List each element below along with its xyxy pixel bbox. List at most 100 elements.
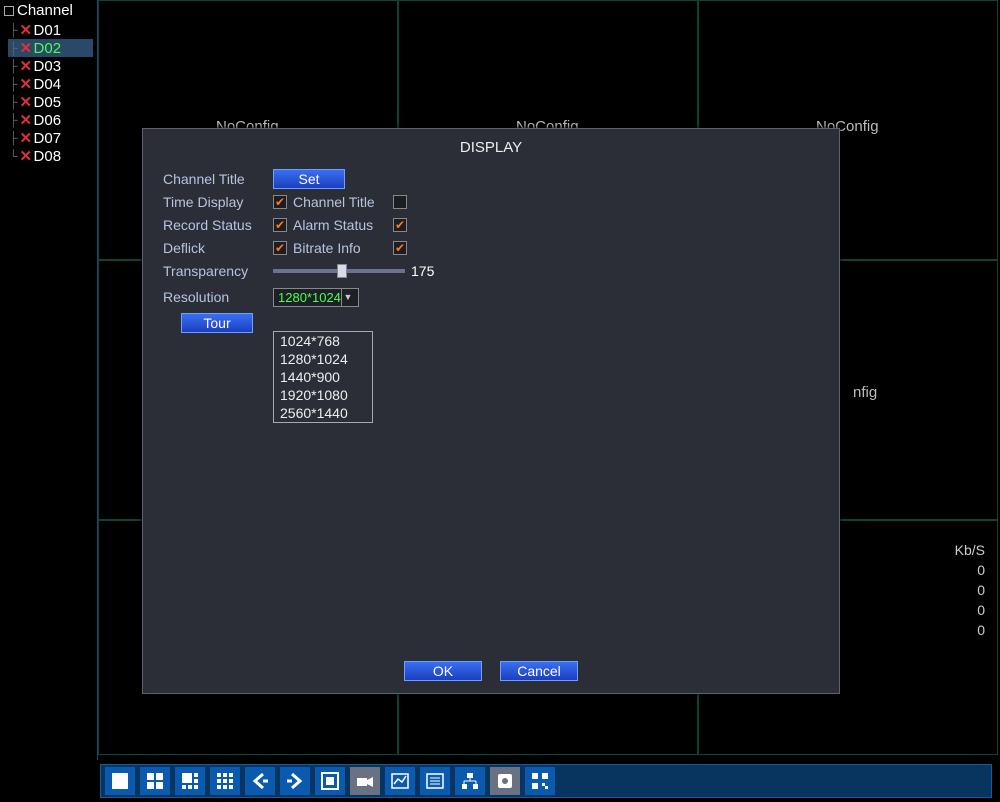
settings-button[interactable]: [420, 767, 450, 795]
resolution-option[interactable]: 1440*900: [274, 368, 372, 386]
slider-thumb[interactable]: [337, 264, 347, 278]
channel-tree-icon: [4, 6, 14, 16]
sidebar-header: Channel: [4, 2, 93, 19]
view-single-button[interactable]: [105, 767, 135, 795]
record-status-label: Record Status: [163, 217, 273, 233]
resolution-option[interactable]: 1024*768: [274, 332, 372, 350]
tree-line-icon: ├: [9, 59, 18, 73]
view-six-icon: [179, 770, 201, 792]
prev-icon: [249, 770, 271, 792]
channel-title-checkbox[interactable]: [393, 195, 407, 209]
resolution-option[interactable]: 1920*1080: [274, 386, 372, 404]
transparency-label: Transparency: [163, 263, 273, 279]
cancel-button[interactable]: Cancel: [500, 661, 578, 681]
view-six-button[interactable]: [175, 767, 205, 795]
channel-label: D01: [34, 22, 62, 39]
view-single-icon: [109, 770, 131, 792]
resolution-select[interactable]: 1280*1024 ▼: [273, 288, 359, 307]
alarm-status-label: Alarm Status: [293, 217, 393, 233]
fullscreen-button[interactable]: [315, 767, 345, 795]
view-quad-icon: [144, 770, 166, 792]
kbs-value: 0: [955, 620, 985, 640]
tree-line-icon: ├: [9, 23, 18, 37]
resolution-option[interactable]: 2560*1440: [274, 404, 372, 422]
sidebar-item-channel[interactable]: ├✕D06: [8, 111, 93, 129]
network-button[interactable]: [455, 767, 485, 795]
deflick-label: Deflick: [163, 240, 273, 256]
deflick-checkbox[interactable]: [273, 241, 287, 255]
channel-label: D05: [34, 94, 62, 111]
transparency-slider[interactable]: [273, 269, 405, 273]
sidebar-item-channel[interactable]: └✕D08: [8, 147, 93, 165]
record-status-checkbox[interactable]: [273, 218, 287, 232]
x-icon: ✕: [20, 39, 32, 57]
view-quad-button[interactable]: [140, 767, 170, 795]
sidebar-item-channel[interactable]: ├✕D04: [8, 75, 93, 93]
sidebar-item-channel[interactable]: ├✕D03: [8, 57, 93, 75]
camera-button[interactable]: [350, 767, 380, 795]
kbs-label: Kb/S: [955, 540, 985, 560]
resolution-label: Resolution: [163, 289, 273, 305]
chart-button[interactable]: [385, 767, 415, 795]
tree-line-icon: ├: [9, 95, 18, 109]
sidebar-item-channel[interactable]: ├✕D05: [8, 93, 93, 111]
tour-button[interactable]: Tour: [181, 313, 253, 333]
sidebar-item-channel[interactable]: ├✕D01: [8, 21, 93, 39]
set-button[interactable]: Set: [273, 169, 345, 189]
tree-line-icon: ├: [9, 131, 18, 145]
sidebar-item-channel[interactable]: ├✕D07: [8, 129, 93, 147]
x-icon: ✕: [20, 21, 32, 39]
channel-label: D06: [34, 112, 62, 129]
bitrate-info-label: Bitrate Info: [293, 240, 393, 256]
x-icon: ✕: [20, 75, 32, 93]
bitrate-info-checkbox[interactable]: [393, 241, 407, 255]
channel-title2-label: Channel Title: [293, 194, 393, 210]
x-icon: ✕: [20, 57, 32, 75]
next-button[interactable]: [280, 767, 310, 795]
channel-label: D02: [34, 40, 62, 57]
kbs-panel: Kb/S 0 0 0 0: [955, 540, 985, 640]
qr-icon: [529, 770, 551, 792]
channel-title-label: Channel Title: [163, 171, 273, 187]
resolution-option[interactable]: 1280*1024: [274, 350, 372, 368]
next-icon: [284, 770, 306, 792]
resolution-dropdown: 1024*768 1280*1024 1440*900 1920*1080 25…: [273, 331, 373, 423]
fullscreen-icon: [319, 770, 341, 792]
camera-icon: [354, 770, 376, 792]
x-icon: ✕: [20, 129, 32, 147]
view-nine-button[interactable]: [210, 767, 240, 795]
transparency-value: 175: [411, 263, 434, 279]
channel-sidebar: Channel ├✕D01├✕D02├✕D03├✕D04├✕D05├✕D06├✕…: [0, 0, 98, 760]
ok-button[interactable]: OK: [404, 661, 482, 681]
time-display-checkbox[interactable]: [273, 195, 287, 209]
channel-label: D07: [34, 130, 62, 147]
noconfig-label: nfig: [853, 384, 897, 401]
x-icon: ✕: [20, 147, 32, 165]
x-icon: ✕: [20, 93, 32, 111]
chart-icon: [389, 770, 411, 792]
tree-line-icon: └: [9, 149, 18, 163]
channel-label: D04: [34, 76, 62, 93]
sidebar-title: Channel: [17, 2, 73, 19]
channel-label: D03: [34, 58, 62, 75]
network-icon: [459, 770, 481, 792]
tree-line-icon: ├: [9, 113, 18, 127]
alarm-status-checkbox[interactable]: [393, 218, 407, 232]
tree-line-icon: ├: [9, 41, 18, 55]
tree-line-icon: ├: [9, 77, 18, 91]
time-display-label: Time Display: [163, 194, 273, 210]
dialog-title: DISPLAY: [143, 129, 839, 164]
kbs-value: 0: [955, 580, 985, 600]
disk-button[interactable]: [490, 767, 520, 795]
display-dialog: DISPLAY Channel Title Set Time Display C…: [142, 128, 840, 694]
settings-icon: [424, 770, 446, 792]
channel-label: D08: [34, 148, 62, 165]
x-icon: ✕: [20, 111, 32, 129]
toolbar: [100, 764, 992, 798]
prev-button[interactable]: [245, 767, 275, 795]
sidebar-item-channel[interactable]: ├✕D02: [8, 39, 93, 57]
kbs-value: 0: [955, 560, 985, 580]
resolution-selected: 1280*1024: [278, 290, 341, 305]
disk-icon: [494, 770, 516, 792]
qr-button[interactable]: [525, 767, 555, 795]
